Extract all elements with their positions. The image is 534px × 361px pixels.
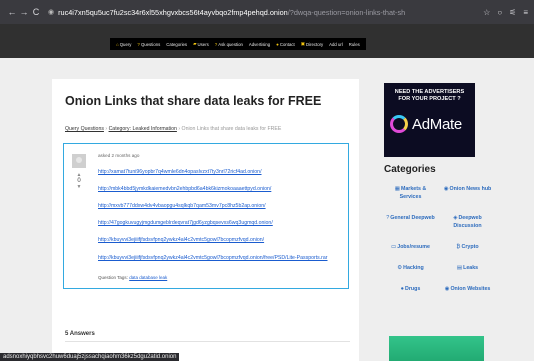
shield-icon[interactable]: ○	[497, 8, 502, 17]
onion-link[interactable]: http://47gogkuvugyjmgdumgeblrdeqvrat7jgd…	[98, 220, 343, 226]
asked-time: asked 2 months ago	[98, 153, 140, 158]
menu-item-rules[interactable]: Rules	[349, 42, 360, 47]
url-host: ruc4i7xn5qu5uc7fu2sc34r6xl55xhgvxbcs56t4…	[58, 7, 288, 17]
question-icon: ?	[386, 215, 390, 221]
breadcrumb: Query Questions › Category: Leaked Infor…	[65, 126, 282, 132]
ad-headline: NEED THE ADVERTISERS FOR YOUR PROJECT ?	[394, 89, 465, 102]
menu-item-ask-question[interactable]: ? Ask question	[215, 42, 243, 47]
reload-button[interactable]: C	[30, 7, 42, 17]
question-tags: Question Tags: data database leak	[98, 275, 168, 280]
leaks-icon: ▤	[456, 265, 463, 271]
category-markets-services[interactable]: ▦Markets & Services	[384, 185, 437, 201]
hacking-icon: ⚙	[397, 265, 403, 271]
directory-icon: ▣	[300, 41, 305, 46]
onion-link[interactable]: http://mbk4bbd5jymkdkaiemedvbn2ehbpbd6a4…	[98, 186, 343, 192]
menu-icon[interactable]: ≡	[523, 8, 528, 17]
sidebar-banner[interactable]	[389, 336, 484, 361]
breadcrumb-current: Onion Links that share data leaks for FR…	[181, 126, 282, 132]
site-menu: ⌂ Query ? Questions Categories ▰ Users ? Ask…	[110, 38, 366, 50]
admate-logo: AdMate	[390, 115, 462, 133]
browser-toolbar: ← → C ◉ ruc4i7xn5qu5uc7fu2sc34r6xl55xhgv…	[0, 0, 534, 24]
advertisement-banner[interactable]: NEED THE ADVERTISERS FOR YOUR PROJECT ? …	[384, 83, 475, 157]
crypto-icon: ₿	[456, 244, 461, 250]
categories-heading: Categories	[384, 164, 436, 175]
categories-grid: ▦Markets & Services ◉Onion News hub ?Gen…	[384, 185, 494, 293]
onion-link[interactable]: http://xamat7tuni96yopbr7q4wmle6dn4opasl…	[98, 169, 343, 175]
category-jobs-resume[interactable]: ▭Jobs/resume	[384, 243, 437, 251]
link-status-bar: adsnoxhiyqbhsvc2huw6duaj5zjssachqiaohm36…	[0, 353, 180, 361]
address-bar[interactable]: ◉ ruc4i7xn5qu5uc7fu2sc34r6xl55xhgvxbcs56…	[48, 4, 477, 20]
back-button[interactable]: ←	[6, 7, 18, 17]
onion-link[interactable]: http://kbuyvvi3ejiiifjfsdsvfpnq2ywkz4al4…	[98, 254, 343, 262]
deepweb-icon: ◈	[453, 215, 458, 221]
tag-link[interactable]: data database leak	[129, 275, 167, 280]
category-onion-news-hub[interactable]: ◉Onion News hub	[441, 185, 494, 201]
answers-count: 5 Answers	[65, 331, 95, 337]
avatar[interactable]	[72, 154, 86, 168]
menu-item-query[interactable]: ⌂ Query	[116, 42, 131, 47]
category-onion-websites[interactable]: ◉Onion Websites	[441, 285, 494, 293]
onion-icon: ◉	[444, 286, 450, 292]
vote-widget: ▲ 0 ▼	[72, 172, 86, 190]
divider	[65, 341, 350, 342]
category-drugs[interactable]: ●Drugs	[384, 285, 437, 293]
menu-item-users[interactable]: ▰ Users	[193, 41, 209, 47]
menu-item-categories[interactable]: Categories	[166, 42, 187, 47]
admate-brand: AdMate	[412, 115, 462, 133]
page-title: Onion Links that share data leaks for FR…	[65, 94, 322, 108]
jobs-icon: ▭	[391, 244, 397, 250]
breadcrumb-category-link[interactable]: Category: Leaked Information	[109, 126, 177, 132]
question-icon: ?	[137, 41, 140, 47]
onion-link-list: http://xamat7tuni96yopbr7q4wmle6dn4opasl…	[98, 169, 343, 273]
forward-button[interactable]: →	[18, 7, 30, 17]
breadcrumb-home-link[interactable]: Query Questions	[65, 126, 104, 132]
toolbar-icons: ☆ ○ ⚟ ≡	[483, 8, 528, 17]
chart-icon: ▦	[394, 186, 400, 192]
drugs-icon: ●	[400, 286, 404, 292]
question-card: Onion Links that share data leaks for FR…	[52, 79, 359, 361]
category-crypto[interactable]: ₿Crypto	[441, 243, 494, 251]
bookmark-star-icon[interactable]: ☆	[483, 8, 490, 17]
category-general-deepweb[interactable]: ?General Deepweb	[384, 214, 437, 230]
menu-item-contact[interactable]: ● Contact	[276, 42, 295, 47]
question-icon: ?	[214, 41, 218, 47]
question-body: ▲ 0 ▼ asked 2 months ago http://xamat7tu…	[63, 143, 349, 289]
comment-icon: ●	[276, 41, 279, 47]
menu-item-directory[interactable]: ▣ Directory	[301, 41, 323, 47]
onion-icon: ◉	[48, 9, 55, 16]
onion-link[interactable]: http://kbuyvvi3ejiiifjfsdsvfpnq2ywkz4al4…	[98, 237, 343, 243]
category-deepweb-discussion[interactable]: ◈Deepweb Discussion	[441, 214, 494, 230]
extensions-icon[interactable]: ⚟	[509, 8, 516, 17]
home-icon: ⌂	[116, 41, 119, 47]
onion-icon: ◉	[443, 186, 449, 192]
menu-item-questions[interactable]: ? Questions	[137, 42, 160, 47]
downvote-icon[interactable]: ▼	[72, 184, 86, 190]
menu-item-advertising[interactable]: Advertising	[249, 42, 270, 47]
admate-logo-icon	[390, 115, 408, 133]
category-hacking[interactable]: ⚙Hacking	[384, 264, 437, 272]
category-leaks[interactable]: ▤Leaks	[441, 264, 494, 272]
url-path: /?dwqa-question=onion-links-that-sh	[287, 7, 406, 17]
users-icon: ▰	[193, 41, 197, 46]
onion-link[interactable]: http://mxvb777ddxw4dv4vbaopgu4sqlkqb7qam…	[98, 203, 343, 209]
menu-item-add-url[interactable]: Add url	[329, 42, 343, 47]
